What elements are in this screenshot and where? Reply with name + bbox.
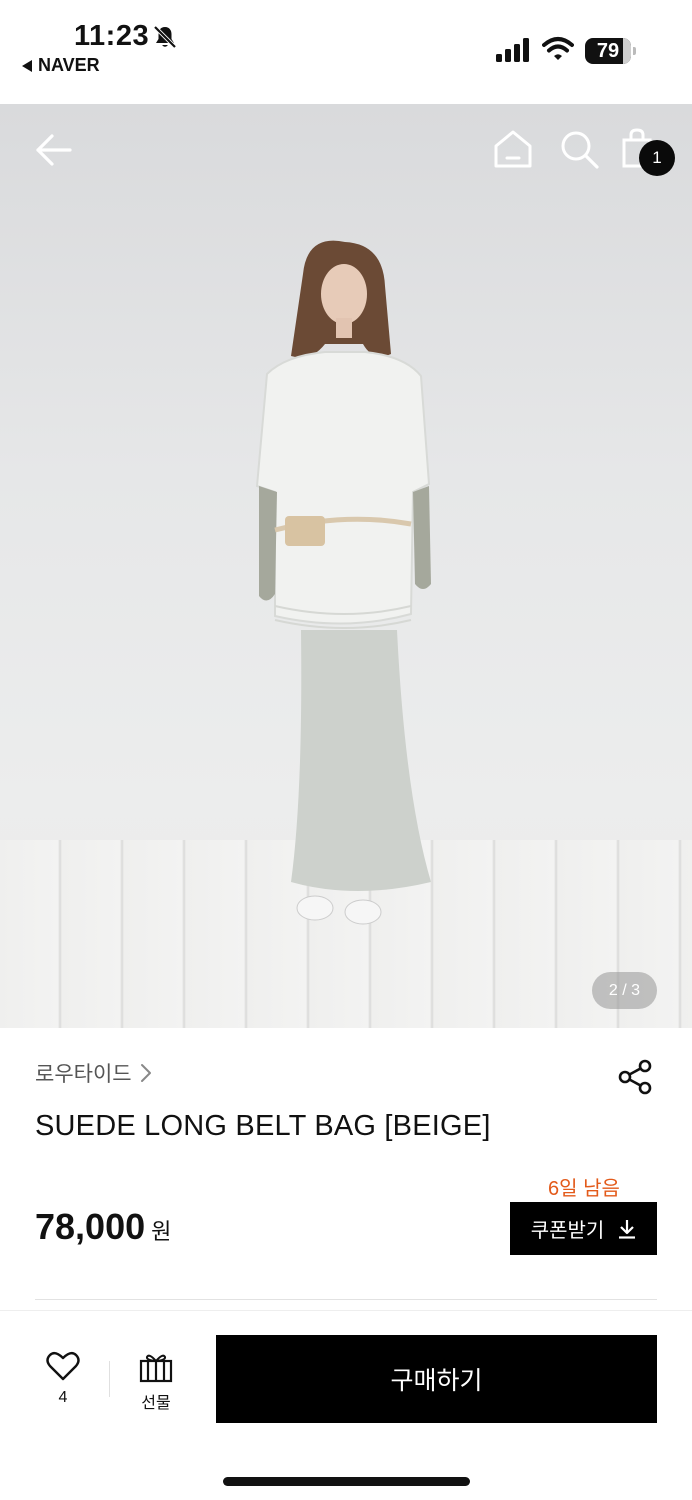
coupon-button-label: 쿠폰받기 (530, 1220, 605, 1242)
status-bar: 11:23 NAVER 79 (0, 0, 692, 104)
product-image-carousel[interactable]: 1 2 / 3 (0, 104, 692, 1028)
share-icon[interactable] (616, 1058, 654, 1096)
divider (35, 1299, 657, 1300)
home-icon[interactable] (492, 128, 534, 170)
download-icon (619, 1219, 636, 1239)
brand-link[interactable]: 로우타이드 (35, 1058, 152, 1088)
back-button[interactable] (32, 128, 76, 172)
bell-slash-icon (153, 25, 177, 49)
home-indicator (223, 1477, 470, 1486)
brand-name: 로우타이드 (35, 1063, 132, 1086)
heart-icon (46, 1351, 80, 1381)
chevron-right-icon (140, 1064, 151, 1082)
bottom-action-bar: 4 선물 구매하기 (0, 1310, 692, 1500)
back-to-app-link[interactable]: NAVER (22, 55, 100, 76)
signal-icon (496, 38, 529, 62)
search-icon[interactable] (558, 128, 600, 170)
model-photo (255, 240, 431, 925)
battery-indicator: 79 (585, 38, 636, 64)
gift-button[interactable]: 선물 (130, 1351, 182, 1421)
gift-label: 선물 (141, 1395, 171, 1412)
like-count: 4 (58, 1389, 68, 1406)
buy-button[interactable]: 구매하기 (216, 1335, 657, 1423)
price-currency: 원 (151, 1219, 172, 1244)
separator (109, 1361, 110, 1397)
back-triangle-icon (22, 59, 32, 72)
like-button[interactable]: 4 (40, 1351, 86, 1421)
battery-level: 79 (596, 39, 620, 62)
image-pager: 2 / 3 (592, 972, 657, 1009)
gift-icon (139, 1354, 173, 1383)
product-title: SUEDE LONG BELT BAG [BEIGE] (35, 1110, 491, 1142)
coupon-remaining-days: 6일 남음 (548, 1178, 620, 1200)
wifi-icon (542, 37, 574, 60)
product-price: 78,000 원 (35, 1206, 171, 1248)
get-coupon-button[interactable]: 쿠폰받기 (510, 1202, 657, 1255)
back-app-label: NAVER (38, 55, 100, 75)
price-value: 78,000 (35, 1206, 146, 1247)
status-time: 11:23 (74, 20, 150, 52)
cart-count-badge: 1 (639, 140, 675, 176)
